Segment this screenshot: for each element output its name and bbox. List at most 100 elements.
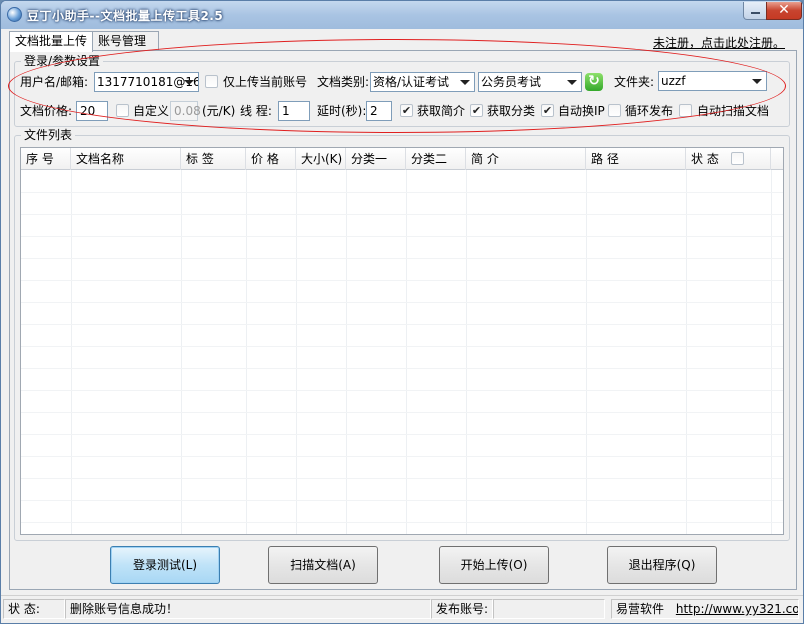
- only-current-checkbox[interactable]: [205, 75, 218, 88]
- grid-column-divider: [71, 170, 72, 534]
- auto-scan-label: 自动扫描文档: [697, 104, 770, 118]
- column-header-category1[interactable]: 分类一: [346, 148, 406, 170]
- grid-column-divider: [586, 170, 587, 534]
- chevron-down-icon: [184, 80, 194, 85]
- delay-input[interactable]: 2: [366, 101, 392, 121]
- grid-column-divider: [346, 170, 347, 534]
- file-list-grid[interactable]: 序 号 文档名称 标 签 价 格 大小(K) 分类一 分类二 简 介 路 径 状…: [20, 147, 784, 535]
- status-message: 删除账号信息成功！: [65, 599, 431, 619]
- grid-row-line: [21, 280, 783, 281]
- grid-row-line: [21, 236, 783, 237]
- grid-row-line: [21, 390, 783, 391]
- chevron-down-icon: [752, 79, 762, 84]
- grid-row-line: [21, 522, 783, 523]
- column-header-index[interactable]: 序 号: [21, 148, 71, 170]
- get-intro-label: 获取简介: [417, 104, 466, 118]
- grid-column-divider: [406, 170, 407, 534]
- scan-docs-button[interactable]: 扫描文档(A): [268, 546, 378, 584]
- column-header-path[interactable]: 路 径: [586, 148, 686, 170]
- username-combo[interactable]: 1317710181@16: [94, 72, 199, 92]
- doc-type-label: 文档类别:: [317, 75, 370, 89]
- grid-column-divider: [466, 170, 467, 534]
- main-window: 豆丁小助手--文档批量上传工具2.5 ✕ 文档批量上传 账号管理 未注册，点击此…: [0, 0, 804, 624]
- custom-price-input[interactable]: 0.08: [170, 101, 201, 121]
- grid-row-line: [21, 214, 783, 215]
- doc-subtype-combo[interactable]: 公务员考试: [478, 72, 582, 92]
- start-upload-button[interactable]: 开始上传(O): [439, 546, 549, 584]
- column-header-category2[interactable]: 分类二: [406, 148, 466, 170]
- website-link[interactable]: http://www.yy321.com: [676, 602, 798, 616]
- file-list-group-title: 文件列表: [21, 128, 76, 142]
- refresh-icon[interactable]: ↻: [585, 73, 603, 91]
- grid-row-line: [21, 368, 783, 369]
- column-header-intro[interactable]: 简 介: [466, 148, 586, 170]
- title-bar[interactable]: 豆丁小助手--文档批量上传工具2.5 ✕: [1, 1, 803, 29]
- username-value: 1317710181@16: [97, 75, 198, 89]
- grid-header: 序 号 文档名称 标 签 价 格 大小(K) 分类一 分类二 简 介 路 径 状…: [21, 148, 783, 170]
- tab-account-management[interactable]: 账号管理: [93, 31, 159, 51]
- grid-column-divider: [686, 170, 687, 534]
- grid-row-line: [21, 346, 783, 347]
- company-name: 易营软件: [616, 602, 665, 616]
- doc-type-combo[interactable]: 资格/认证考试: [370, 72, 475, 92]
- publish-account-value: [493, 599, 605, 619]
- only-current-label: 仅上传当前账号: [223, 75, 308, 89]
- select-all-checkbox[interactable]: [731, 152, 744, 165]
- grid-column-divider: [246, 170, 247, 534]
- grid-row-line: [21, 302, 783, 303]
- folder-value: uzzf: [661, 74, 686, 88]
- grid-row-line: [21, 434, 783, 435]
- publish-account-label: 发布账号:: [431, 599, 493, 619]
- column-header-size[interactable]: 大小(K): [296, 148, 346, 170]
- grid-row-line: [21, 500, 783, 501]
- column-header-status[interactable]: 状 态: [686, 148, 771, 170]
- status-bar: 状 态: 删除账号信息成功！ 发布账号: 易营软件 http://www.yy3…: [1, 595, 803, 623]
- grid-row-line: [21, 412, 783, 413]
- auto-scan-checkbox[interactable]: [679, 104, 692, 117]
- chevron-down-icon: [460, 80, 470, 85]
- status-label: 状 态:: [3, 599, 65, 619]
- custom-price-unit: (元/K): [202, 104, 236, 118]
- get-intro-checkbox[interactable]: ✔: [400, 104, 413, 117]
- get-category-label: 获取分类: [487, 104, 536, 118]
- grid-row-line: [21, 478, 783, 479]
- batch-upload-panel: 登录/参数设置 用户名/邮箱: 1317710181@16 仅上传当前账号 文档…: [8, 39, 797, 590]
- grid-row-line: [21, 324, 783, 325]
- tab-batch-upload[interactable]: 文档批量上传: [9, 31, 93, 52]
- grid-row-line: [21, 192, 783, 193]
- loop-publish-label: 循环发布: [625, 104, 674, 118]
- column-header-price[interactable]: 价 格: [246, 148, 296, 170]
- settings-group-title: 登录/参数设置: [21, 54, 104, 68]
- price-input[interactable]: 20: [76, 101, 108, 121]
- doc-type-value: 资格/认证考试: [373, 75, 450, 89]
- login-test-button[interactable]: 登录测试(L): [110, 546, 220, 584]
- grid-row-line: [21, 456, 783, 457]
- threads-label: 线 程:: [240, 104, 272, 118]
- grid-row-line: [21, 258, 783, 259]
- price-label: 文档价格:: [20, 104, 73, 118]
- grid-column-divider: [771, 170, 772, 534]
- grid-column-divider: [296, 170, 297, 534]
- loop-publish-checkbox[interactable]: [608, 104, 621, 117]
- minimize-button[interactable]: [743, 2, 767, 20]
- doc-subtype-value: 公务员考试: [481, 75, 542, 89]
- exit-button[interactable]: 退出程序(Q): [607, 546, 717, 584]
- auto-ip-label: 自动换IP: [558, 104, 605, 118]
- get-category-checkbox[interactable]: ✔: [470, 104, 483, 117]
- close-button[interactable]: ✕: [766, 2, 802, 20]
- register-link[interactable]: 未注册，点击此处注册。: [653, 34, 785, 51]
- window-title: 豆丁小助手--文档批量上传工具2.5: [27, 9, 224, 23]
- threads-input[interactable]: 1: [278, 101, 310, 121]
- custom-price-checkbox[interactable]: [116, 104, 129, 117]
- custom-price-label: 自定义: [133, 104, 170, 118]
- username-label: 用户名/邮箱:: [20, 75, 89, 89]
- folder-combo[interactable]: uzzf: [658, 71, 767, 91]
- app-icon: [7, 7, 22, 22]
- grid-column-divider: [181, 170, 182, 534]
- folder-label: 文件夹:: [614, 75, 655, 89]
- company-info: 易营软件 http://www.yy321.com: [611, 599, 799, 619]
- auto-ip-checkbox[interactable]: ✔: [541, 104, 554, 117]
- column-header-name[interactable]: 文档名称: [71, 148, 181, 170]
- delay-label: 延时(秒):: [317, 104, 367, 118]
- column-header-tag[interactable]: 标 签: [181, 148, 246, 170]
